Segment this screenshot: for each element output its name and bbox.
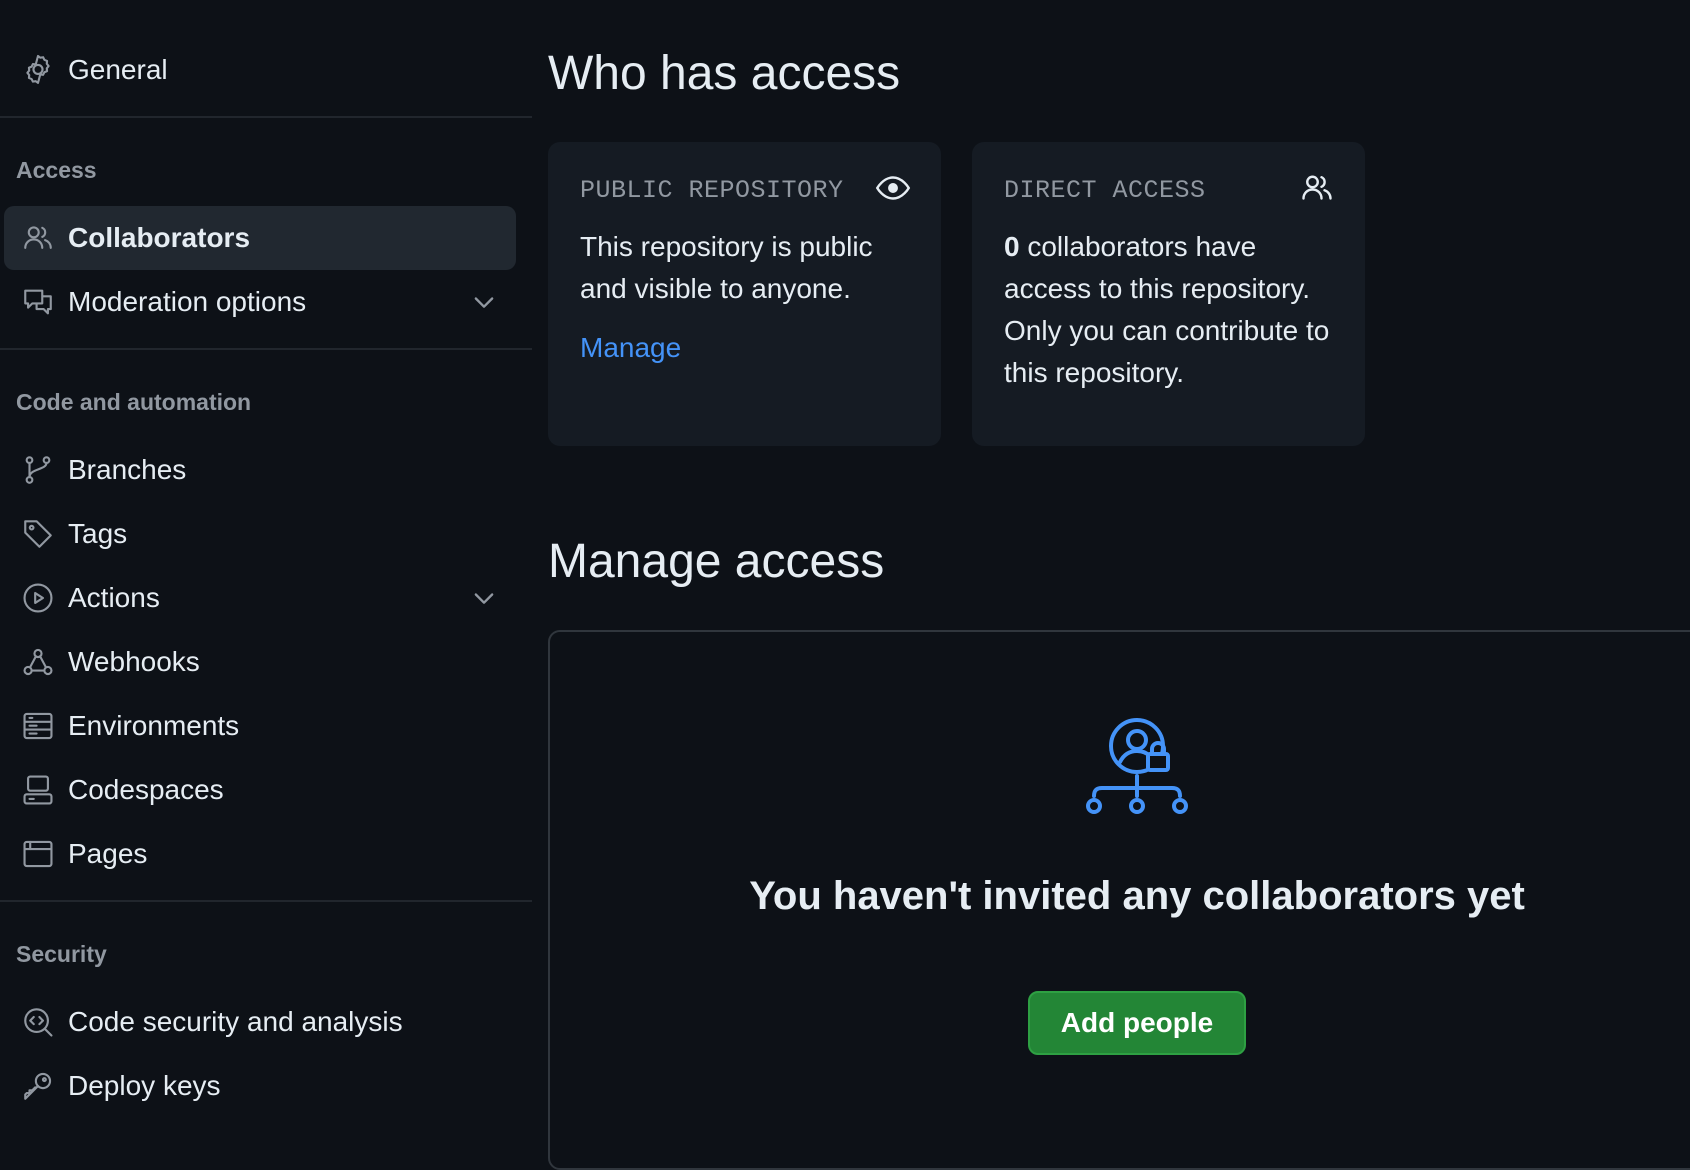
card-description: 0 collaborators have access to this repo… [1004, 226, 1344, 394]
sidebar-item-deploy-keys[interactable]: Deploy keys [4, 1054, 516, 1118]
person-lock-network-icon [1086, 718, 1188, 814]
sidebar-divider [0, 900, 532, 902]
sidebar-item-label: Code security and analysis [68, 1006, 403, 1037]
codespaces-icon [20, 772, 56, 808]
sidebar-item-collaborators[interactable]: Collaborators [4, 206, 516, 270]
gear-icon [20, 52, 56, 88]
sidebar-item-code-security[interactable]: Code security and analysis [4, 990, 516, 1054]
sidebar-item-environments[interactable]: Environments [4, 694, 516, 758]
section-heading-security: Security [16, 941, 107, 967]
sidebar-item-label: Collaborators [68, 222, 251, 253]
sidebar-item-label: Webhooks [68, 646, 200, 677]
who-has-access-title: Who has access [548, 47, 901, 100]
direct-access-text: collaborators have access to this reposi… [1004, 231, 1330, 388]
section-heading-access: Access [16, 157, 97, 183]
card-description: This repository is public and visible to… [580, 231, 873, 304]
direct-access-card: DIRECT ACCESS 0 collaborators have acces… [972, 142, 1365, 446]
sidebar-item-label: General [68, 54, 168, 85]
key-icon [20, 1068, 56, 1104]
sidebar-divider [0, 348, 532, 350]
sidebar-item-label: Actions [68, 582, 160, 613]
manage-access-title: Manage access [548, 535, 885, 588]
sidebar-divider [0, 116, 532, 118]
webhook-icon [20, 644, 56, 680]
sidebar-item-actions[interactable]: Actions [4, 566, 516, 630]
add-people-button[interactable]: Add people [1028, 991, 1246, 1055]
browser-icon [20, 836, 56, 872]
comment-discussion-icon [20, 284, 56, 320]
sidebar-item-label: Deploy keys [68, 1070, 221, 1101]
codescan-icon [20, 1004, 56, 1040]
git-branch-icon [20, 452, 56, 488]
sidebar-item-branches[interactable]: Branches [4, 438, 516, 502]
eye-icon [875, 176, 911, 200]
people-icon [1302, 175, 1332, 200]
play-circle-icon [20, 580, 56, 616]
sidebar-item-label: Codespaces [68, 774, 224, 805]
sidebar-item-codespaces[interactable]: Codespaces [4, 758, 516, 822]
chevron-down-icon[interactable] [470, 288, 498, 316]
sidebar-item-general[interactable]: General [4, 38, 516, 102]
sidebar-item-tags[interactable]: Tags [4, 502, 516, 566]
chevron-down-icon[interactable] [470, 584, 498, 612]
tag-icon [20, 516, 56, 552]
sidebar-item-pages[interactable]: Pages [4, 822, 516, 886]
empty-state-title: You haven't invited any collaborators ye… [749, 874, 1525, 918]
card-heading: PUBLIC REPOSITORY [580, 176, 844, 205]
people-icon [20, 220, 56, 256]
sidebar-item-label: Tags [68, 518, 128, 549]
public-repository-card: PUBLIC REPOSITORY This repository is pub… [548, 142, 941, 446]
card-heading: DIRECT ACCESS [1004, 176, 1206, 205]
collaborator-count: 0 [1004, 231, 1020, 262]
settings-sidebar: General Access Collaborators Moderation … [0, 0, 532, 1128]
section-heading-code-automation: Code and automation [16, 389, 252, 415]
sidebar-item-moderation[interactable]: Moderation options [4, 270, 516, 334]
sidebar-item-label: Pages [68, 838, 148, 869]
sidebar-item-webhooks[interactable]: Webhooks [4, 630, 516, 694]
manage-link[interactable]: Manage [580, 332, 681, 364]
server-icon [20, 708, 56, 744]
sidebar-item-label: Branches [68, 454, 187, 485]
sidebar-item-label: Environments [68, 710, 240, 741]
sidebar-item-label: Moderation options [68, 286, 307, 317]
